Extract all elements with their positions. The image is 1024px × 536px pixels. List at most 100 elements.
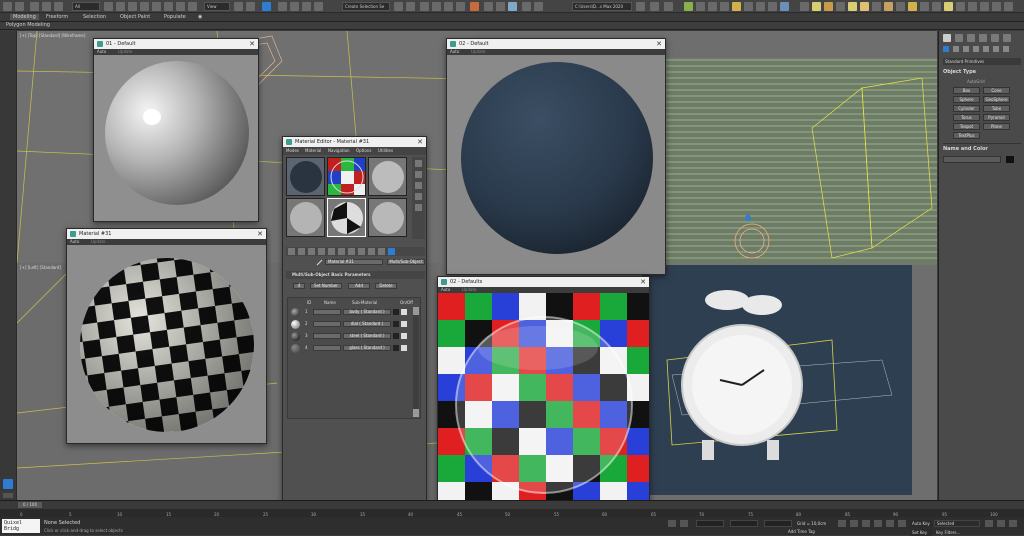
reset-map-icon[interactable] (318, 248, 325, 255)
shelf-tool-24-icon[interactable] (968, 2, 977, 11)
shelf-tool-5-icon[interactable] (732, 2, 741, 11)
shelf-tool-14-icon[interactable] (848, 2, 857, 11)
material-editor-icon[interactable] (470, 2, 479, 11)
ribbon-tab-populate[interactable]: Populate (164, 14, 186, 20)
shelf-tool-1-icon[interactable] (684, 2, 693, 11)
toggle-ribbon-icon[interactable] (432, 2, 441, 11)
shelf-tool-20-icon[interactable] (920, 2, 929, 11)
row-name-field[interactable] (313, 309, 341, 315)
shelf-tool-8-icon[interactable] (768, 2, 777, 11)
go-forward-to-sibling-icon[interactable] (388, 248, 395, 255)
shelf-tool-7-icon[interactable] (756, 2, 765, 11)
create-tab-icon[interactable] (943, 34, 951, 42)
close-icon[interactable]: ✕ (656, 39, 662, 49)
coord-x-field[interactable] (696, 520, 724, 527)
row-submaterial-button[interactable]: glass ( Standard ) (343, 345, 391, 351)
object-color-swatch[interactable] (1006, 156, 1014, 163)
material-editor-window[interactable]: Material Editor - Material #31 ✕ Modes M… (282, 136, 427, 502)
shelf-tool-6-icon[interactable] (744, 2, 753, 11)
ribbon-tab-selection[interactable]: Selection (83, 14, 106, 20)
helpers-icon[interactable] (983, 46, 989, 52)
orbit-icon[interactable] (1009, 520, 1017, 527)
row-submaterial-button[interactable]: steel ( Standard ) (343, 333, 391, 339)
cameras-icon[interactable] (973, 46, 979, 52)
shapes-icon[interactable] (953, 46, 959, 52)
video-color-check-icon[interactable] (415, 204, 422, 211)
systems-icon[interactable] (1003, 46, 1009, 52)
project-path-dropdown[interactable]: C:\Users\D...s Max 2020 (572, 2, 632, 11)
background-icon[interactable] (415, 182, 422, 189)
shelf-tool-22-icon[interactable] (944, 2, 953, 11)
lights-icon[interactable] (963, 46, 969, 52)
row-on-off-checkbox[interactable] (401, 321, 407, 327)
shelf-tool-4-icon[interactable] (720, 2, 729, 11)
row-on-off-checkbox[interactable] (401, 333, 407, 339)
shelf-tool-17-icon[interactable] (884, 2, 893, 11)
time-slider[interactable]: 0 / 100 (0, 501, 1024, 509)
backlight-icon[interactable] (415, 171, 422, 178)
select-manipulate-icon[interactable] (262, 2, 271, 11)
scene-explorer-icon[interactable] (650, 2, 659, 11)
auto-key-button[interactable]: Auto Key (910, 520, 932, 527)
time-slider-thumb[interactable]: 0 / 100 (18, 502, 42, 508)
object-type-rollout[interactable]: Object Type (943, 69, 1021, 77)
time-config-icon[interactable] (985, 520, 993, 527)
curve-editor-icon[interactable] (444, 2, 453, 11)
row-submaterial-button[interactable]: dial ( Standard ) (343, 321, 391, 327)
key-mode-icon[interactable] (898, 520, 906, 527)
row-color-swatch[interactable] (393, 309, 399, 315)
named-selection-sets-field[interactable]: Create Selection Se (342, 2, 390, 11)
percent-snap-icon[interactable] (302, 2, 311, 11)
go-to-end-icon[interactable] (886, 520, 894, 527)
make-unique-icon[interactable] (328, 248, 335, 255)
rendered-frame-window-icon[interactable] (496, 2, 505, 11)
rectangular-selection-icon[interactable] (128, 2, 137, 11)
plane-button[interactable]: Plane (983, 123, 1010, 130)
row-name-field[interactable] (313, 333, 341, 339)
shelf-tool-12-icon[interactable] (824, 2, 833, 11)
assign-to-selection-icon[interactable] (308, 248, 315, 255)
viewport-front[interactable] (662, 58, 937, 265)
show-shaded-material-icon[interactable] (358, 248, 365, 255)
shelf-tool-16-icon[interactable] (872, 2, 881, 11)
sample-uv-tiling-icon[interactable] (415, 193, 422, 200)
sample-slot-1[interactable] (286, 157, 325, 196)
show-end-result-icon[interactable] (368, 248, 375, 255)
sample-slot-5-active[interactable] (327, 198, 366, 237)
scroll-up-icon[interactable] (413, 307, 419, 315)
set-number-button[interactable]: Set Number (310, 283, 342, 289)
select-scale-icon[interactable] (176, 2, 185, 11)
shelf-tool-21-icon[interactable] (932, 2, 941, 11)
shelf-tool-23-icon[interactable] (956, 2, 965, 11)
sample-slot-3[interactable] (368, 157, 407, 196)
selection-lock-icon[interactable] (680, 520, 688, 527)
autogrid-checkbox[interactable]: AutoGrid (967, 79, 1007, 85)
pivot-icon[interactable] (234, 2, 243, 11)
place-icon[interactable] (188, 2, 197, 11)
row-name-field[interactable] (313, 345, 341, 351)
render-window-02-defaults[interactable]: 02 - Defaults ✕ Auto Update (437, 276, 650, 506)
schematic-view-icon[interactable] (456, 2, 465, 11)
next-frame-icon[interactable] (874, 520, 882, 527)
maxscript-listener[interactable]: Quixel Bridg (2, 519, 40, 533)
bind-spacewarp-icon[interactable] (54, 2, 63, 11)
add-button[interactable]: Add (348, 283, 370, 289)
material-name-field[interactable]: Material #31 (325, 259, 383, 265)
select-by-name-icon[interactable] (116, 2, 125, 11)
zoom-icon[interactable] (997, 520, 1005, 527)
teapot-button[interactable]: Teapot (953, 123, 980, 130)
snaps-toggle-icon[interactable] (278, 2, 287, 11)
box-button[interactable]: Box (953, 87, 980, 94)
isolate-selection-icon[interactable] (668, 520, 676, 527)
a360-gallery-icon[interactable] (534, 2, 543, 11)
menu-navigation[interactable]: Navigation (328, 148, 350, 153)
shelf-tool-25-icon[interactable] (980, 2, 989, 11)
row-name-field[interactable] (313, 321, 341, 327)
sample-type-icon[interactable] (415, 160, 422, 167)
sub-material-count-field[interactable]: 4 (293, 283, 305, 289)
spinner-snap-icon[interactable] (314, 2, 323, 11)
row-on-off-checkbox[interactable] (401, 345, 407, 351)
row-color-swatch[interactable] (393, 345, 399, 351)
utilities-tab-icon[interactable] (1003, 34, 1011, 42)
close-icon[interactable]: ✕ (417, 137, 423, 147)
